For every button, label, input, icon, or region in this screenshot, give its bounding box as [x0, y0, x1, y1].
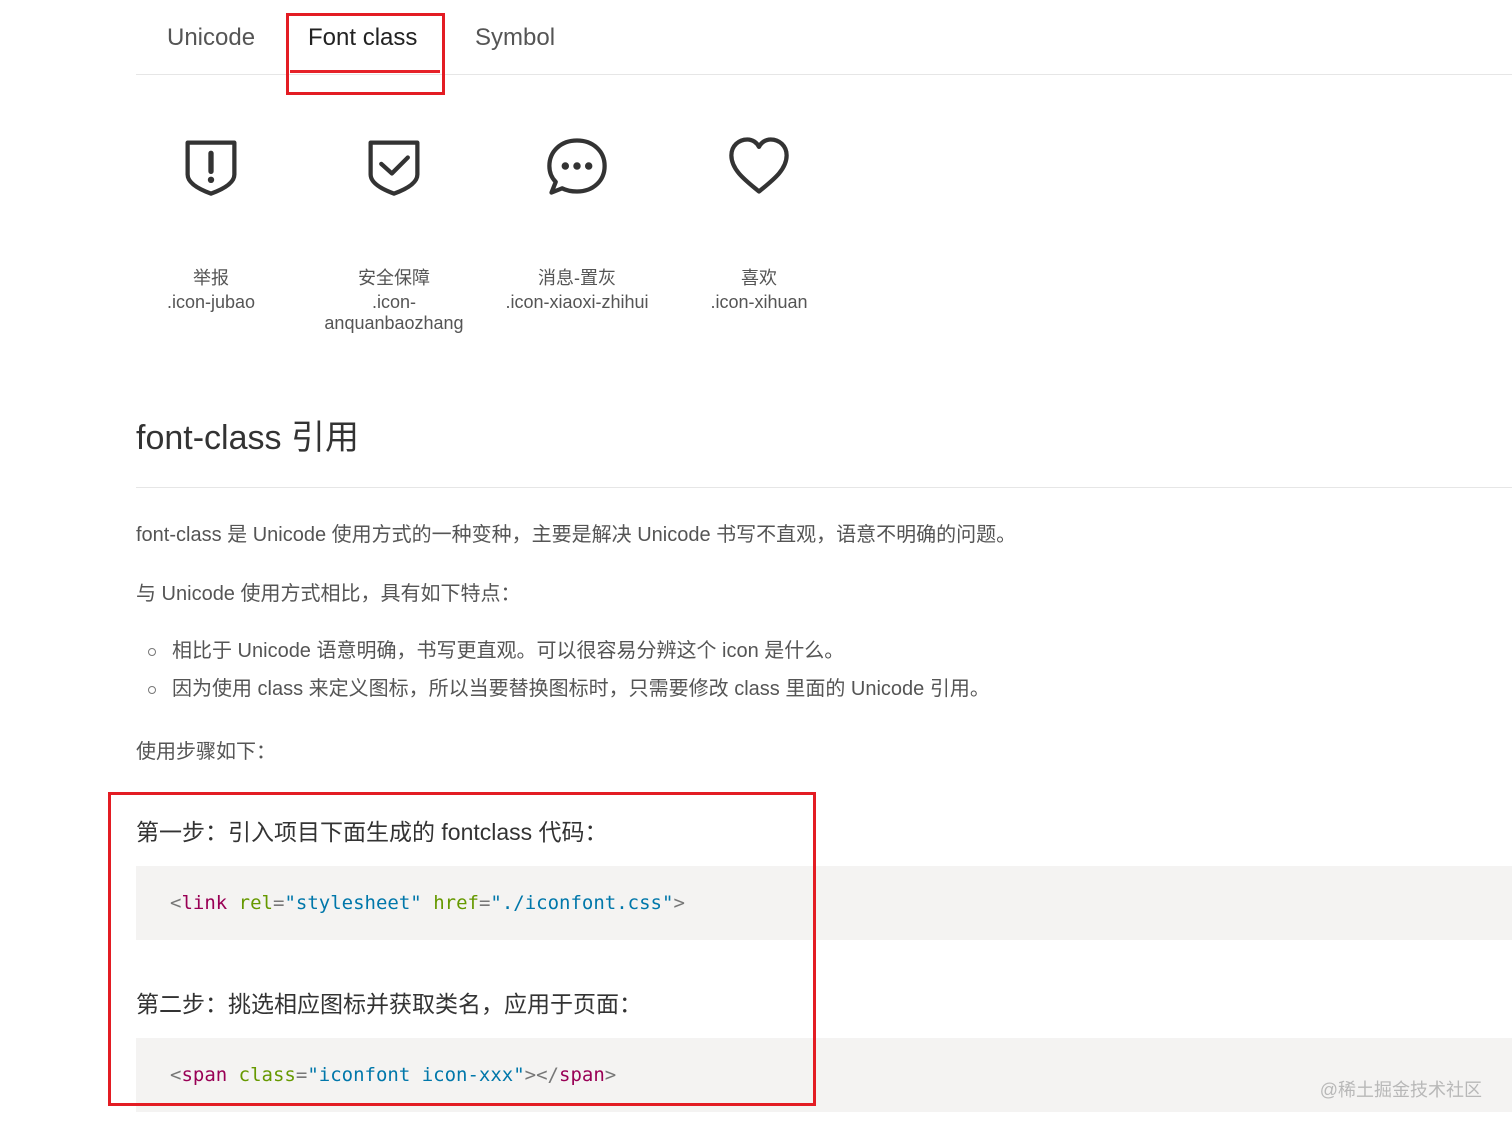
steps-highlight-box — [108, 792, 816, 1106]
steps-intro: 使用步骤如下： — [136, 741, 276, 763]
intro-paragraph: font-class 是 Unicode 使用方式的一种变种，主要是解决 Uni… — [136, 524, 1017, 546]
icon-class-name: .icon-jubao — [166, 292, 256, 312]
compare-paragraph: 与 Unicode 使用方式相比，具有如下特点： — [136, 583, 521, 605]
icon-card-anquanbaozhang[interactable]: 安全保障 .icon- anquanbaozhang — [304, 132, 484, 333]
title-divider — [136, 487, 1512, 488]
icon-name: 消息-置灰 — [538, 268, 616, 288]
icon-class-name: .icon-xiaoxi-zhihui — [505, 292, 649, 312]
icon-class-name: .icon-xihuan — [710, 292, 808, 312]
feature-list: 相比于 Unicode 语意明确，书写更直观。可以很容易分辨这个 icon 是什… — [146, 636, 990, 712]
alert-shield-icon — [185, 140, 237, 196]
bullet-icon — [148, 686, 156, 694]
message-bubble-icon — [547, 138, 607, 195]
bullet-icon — [148, 648, 156, 656]
list-item: 相比于 Unicode 语意明确，书写更直观。可以很容易分辨这个 icon 是什… — [146, 636, 990, 674]
tab-symbol[interactable]: Symbol — [475, 24, 555, 52]
check-shield-icon — [368, 140, 420, 196]
icon-card-xiaoxi-zhihui[interactable]: 消息-置灰 .icon-xiaoxi-zhihui — [487, 132, 667, 312]
list-item: 因为使用 class 来定义图标，所以当要替换图标时，只需要修改 class 里… — [146, 674, 990, 712]
list-item-text: 因为使用 class 来定义图标，所以当要替换图标时，只需要修改 class 里… — [172, 678, 990, 700]
icon-name: 举报 — [193, 268, 229, 288]
tab-unicode[interactable]: Unicode — [167, 24, 255, 52]
icon-name: 安全保障 — [358, 268, 430, 288]
tab-highlight-box — [286, 13, 445, 95]
icon-card-xihuan[interactable]: 喜欢 .icon-xihuan — [669, 132, 849, 312]
icon-name: 喜欢 — [741, 268, 777, 288]
list-item-text: 相比于 Unicode 语意明确，书写更直观。可以很容易分辨这个 icon 是什… — [172, 640, 845, 662]
icon-class-line2: anquanbaozhang — [324, 313, 464, 333]
icon-class-line1: .icon- — [371, 292, 416, 312]
section-title: font-class 引用 — [136, 419, 359, 457]
icon-card-jubao[interactable]: 举报 .icon-jubao — [121, 132, 301, 312]
heart-icon — [729, 137, 789, 194]
icon-class-name: .icon- anquanbaozhang — [304, 292, 484, 334]
watermark: @稀土掘金技术社区 — [1319, 1080, 1482, 1100]
